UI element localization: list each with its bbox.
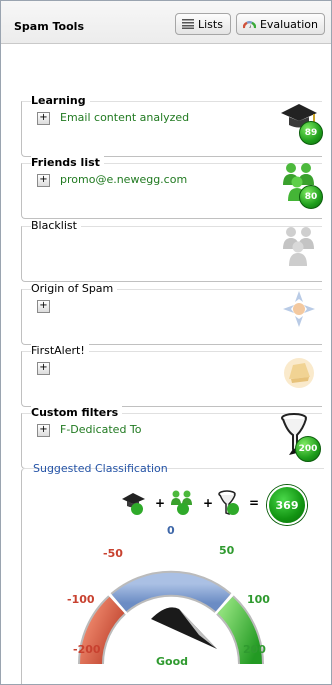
section-learning: Learning + Email content analyzed 89	[21, 94, 323, 157]
plus-operator: +	[155, 496, 166, 510]
gauge-label-minus-200: -200	[73, 643, 101, 656]
section-border	[21, 226, 322, 282]
section-border	[21, 163, 322, 219]
people-group-icon: 80	[279, 161, 323, 209]
gauge-label-50: 50	[219, 544, 235, 557]
section-item: Email content analyzed	[60, 111, 190, 124]
section-friends-list: Friends list + promo@e.newegg.com 80	[21, 156, 323, 219]
section-custom-filters: Custom filters + F-Dedicated To 200	[21, 406, 323, 469]
section-border	[21, 351, 322, 407]
equals-operator: =	[249, 496, 260, 510]
origin-star-icon	[279, 287, 323, 331]
section-title: Friends list	[31, 156, 104, 169]
expand-button[interactable]: +	[37, 362, 50, 375]
section-blacklist: Blacklist	[21, 219, 323, 282]
funnel-icon	[218, 490, 239, 516]
section-title: FirstAlert!	[31, 344, 89, 357]
gauge-status-label: Good	[156, 655, 189, 668]
section-border	[21, 289, 322, 345]
gauge-label-zero: 0	[167, 524, 175, 537]
section-item: F-Dedicated To	[60, 423, 142, 436]
score-badge: 80	[299, 185, 323, 209]
toolbar: Spam Tools Lists Evaluation	[1, 1, 331, 44]
spam-tools-panel: Spam Tools Lists Evaluation Learning + E…	[0, 0, 332, 685]
evaluation-button[interactable]: Evaluation	[236, 13, 325, 35]
lists-button[interactable]: Lists	[175, 13, 231, 35]
spam-score-gauge	[78, 570, 264, 665]
section-origin-of-spam: Origin of Spam +	[21, 282, 323, 345]
section-title: Custom filters	[31, 406, 123, 419]
panel-title: Spam Tools	[14, 20, 84, 33]
gauge-label-minus-100: -100	[67, 593, 95, 606]
plus-operator: +	[203, 496, 214, 510]
total-score-badge: 369	[267, 485, 307, 525]
people-group-icon	[171, 490, 192, 515]
gauge-label-200: 200	[243, 643, 266, 656]
gauge-icon	[243, 21, 256, 29]
graduation-cap-icon: 89	[279, 99, 323, 145]
evaluation-button-label: Evaluation	[259, 17, 318, 31]
gauge-label-minus-50: -50	[103, 547, 123, 560]
score-badge: 89	[299, 121, 323, 145]
graduation-cap-icon	[122, 493, 145, 515]
section-item: promo@e.newegg.com	[60, 173, 188, 186]
list-icon	[182, 19, 194, 29]
people-group-gray-icon	[279, 224, 323, 268]
section-border	[21, 413, 322, 469]
funnel-icon: 200	[279, 411, 323, 462]
first-alert-icon	[279, 349, 323, 393]
gauge-label-100: 100	[247, 593, 270, 606]
expand-button[interactable]: +	[37, 424, 50, 437]
expand-button[interactable]: +	[37, 174, 50, 187]
section-title: Learning	[31, 94, 90, 107]
section-title: Blacklist	[31, 219, 81, 232]
expand-button[interactable]: +	[37, 300, 50, 313]
score-badge: 200	[295, 436, 321, 462]
section-first-alert: FirstAlert! +	[21, 344, 323, 407]
suggested-classification-label: Suggested Classification	[33, 462, 168, 475]
expand-button[interactable]: +	[37, 112, 50, 125]
section-border	[21, 101, 322, 157]
lists-button-label: Lists	[198, 17, 223, 31]
section-title: Origin of Spam	[31, 282, 118, 295]
